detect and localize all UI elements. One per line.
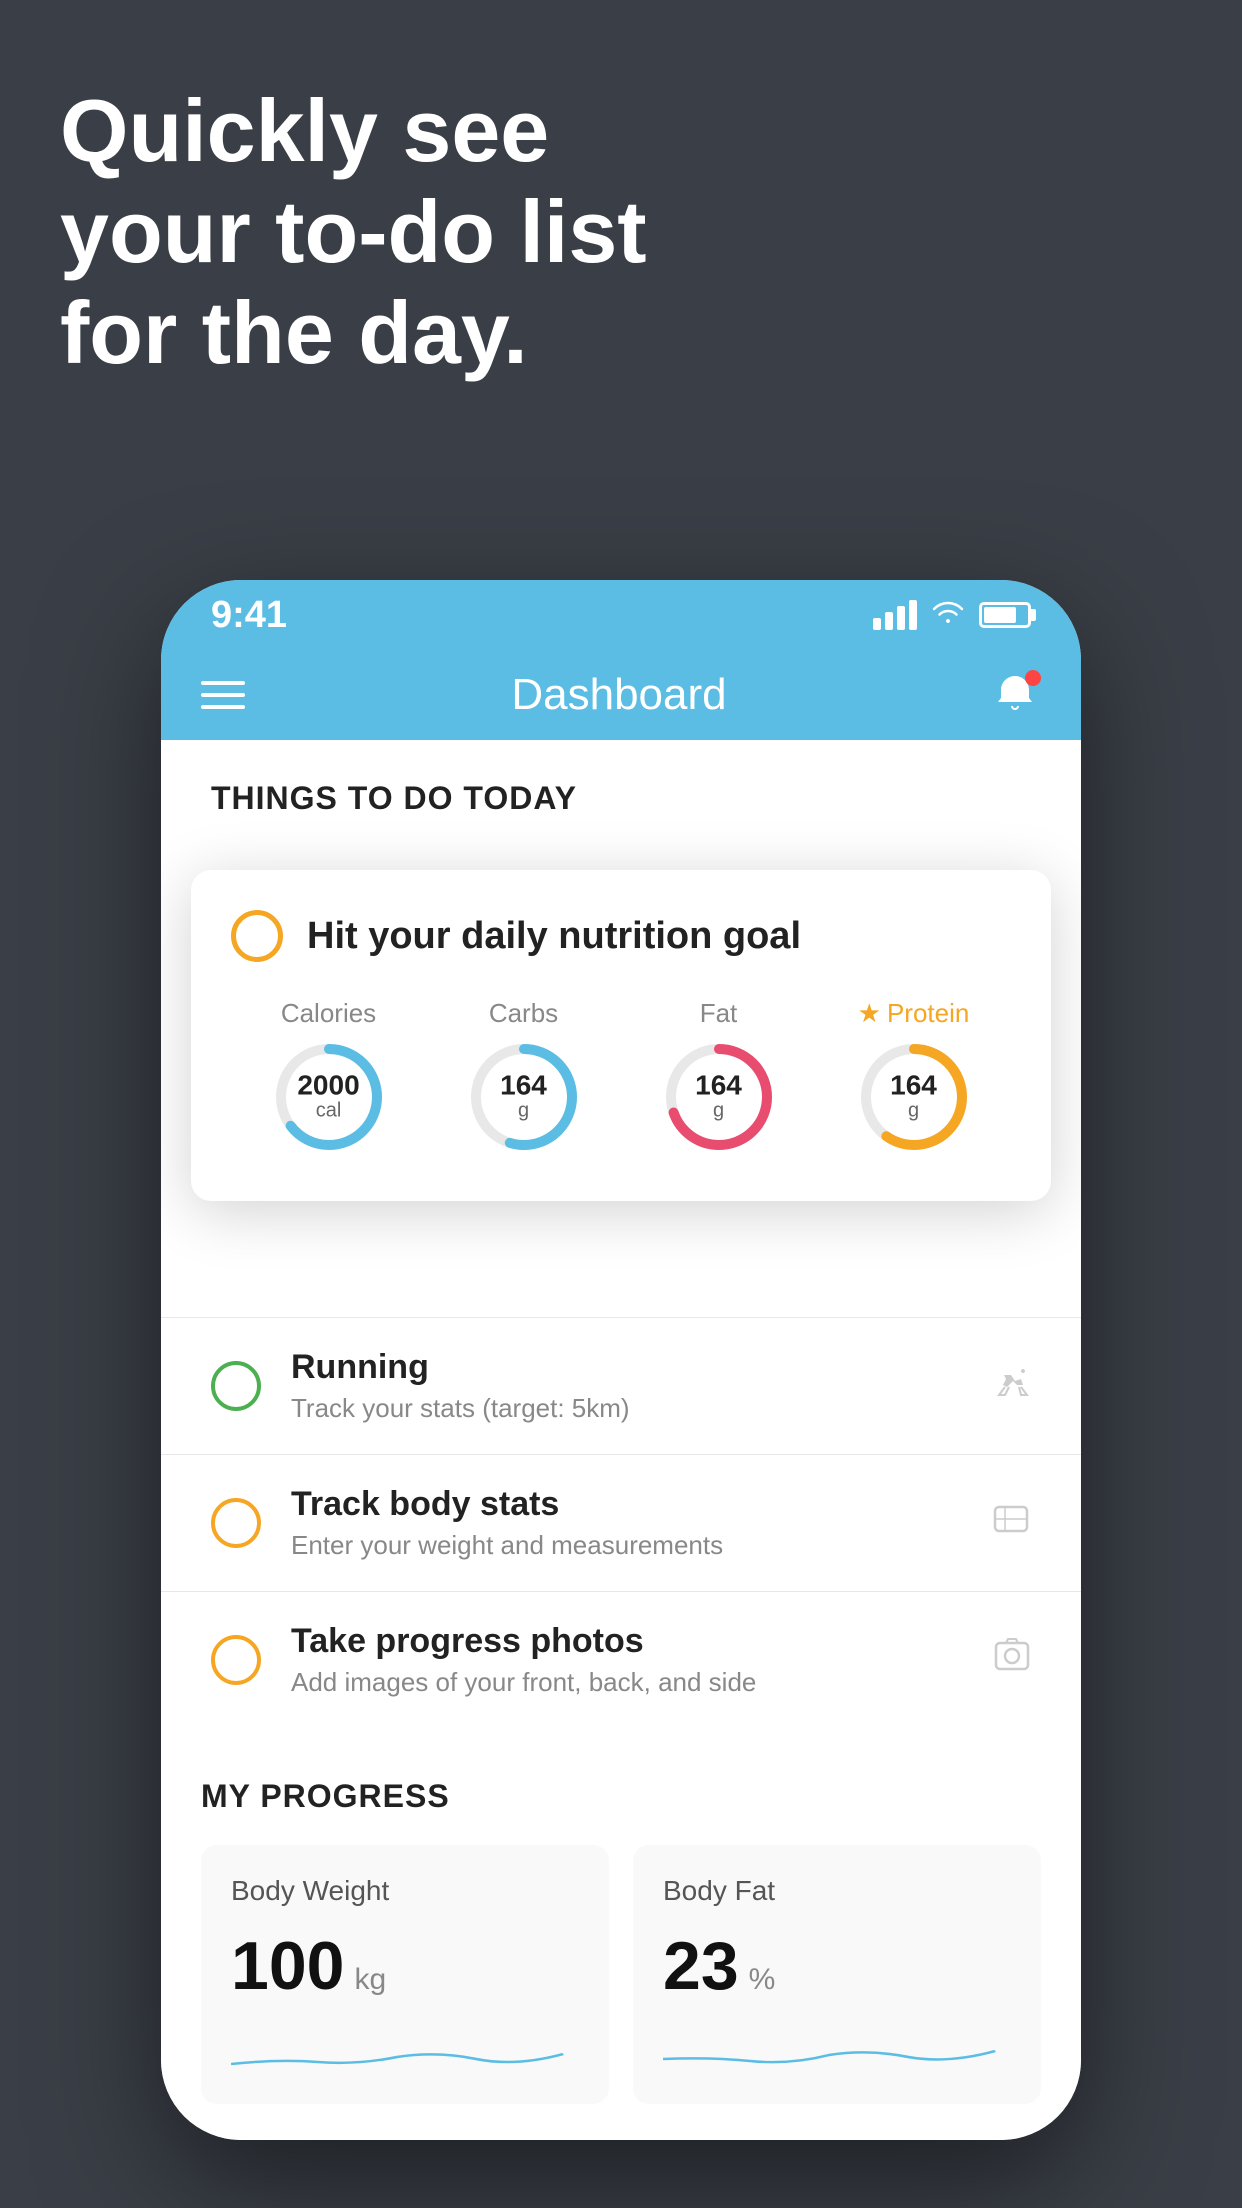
progress-section: MY PROGRESS Body Weight 100 kg Body Fat — [161, 1728, 1081, 2104]
status-bar: 9:41 — [161, 580, 1081, 650]
running-icon — [991, 1365, 1031, 1408]
app-content: THINGS TO DO TODAY Hit your daily nutrit… — [161, 740, 1081, 2140]
nutrition-card-title: Hit your daily nutrition goal — [307, 915, 801, 958]
fat-unit: g — [695, 1100, 742, 1123]
body-fat-value: 23 — [663, 1927, 739, 2005]
body-weight-card: Body Weight 100 kg — [201, 1845, 609, 2104]
protein-item: ★ Protein 164 g — [854, 998, 974, 1157]
todo-item-photos[interactable]: Take progress photos Add images of your … — [161, 1591, 1081, 1728]
nutrition-row: Calories 2000 cal Carbs — [231, 998, 1011, 1157]
card-title-row: Hit your daily nutrition goal — [231, 910, 1011, 962]
carbs-item: Carbs 164 g — [464, 998, 584, 1157]
star-icon: ★ — [858, 998, 881, 1029]
body-fat-value-row: 23 % — [663, 1927, 1011, 2005]
todo-subtitle-running: Track your stats (target: 5km) — [291, 1393, 961, 1424]
protein-value: 164 — [890, 1072, 937, 1100]
protein-label: ★ Protein — [858, 998, 970, 1029]
todo-circle-running — [211, 1361, 261, 1411]
body-weight-value-row: 100 kg — [231, 1927, 579, 2005]
body-fat-card: Body Fat 23 % — [633, 1845, 1041, 2104]
calories-label: Calories — [281, 998, 376, 1029]
things-to-do-header: THINGS TO DO TODAY — [161, 740, 1081, 837]
phone-shell: 9:41 Dashboard — [161, 580, 1081, 2140]
todo-circle-photos — [211, 1635, 261, 1685]
todo-text-photos: Take progress photos Add images of your … — [291, 1622, 963, 1698]
todo-circle-body-stats — [211, 1498, 261, 1548]
todo-item-running[interactable]: Running Track your stats (target: 5km) — [161, 1317, 1081, 1454]
status-icons — [873, 597, 1031, 633]
todo-item-body-stats[interactable]: Track body stats Enter your weight and m… — [161, 1454, 1081, 1591]
protein-donut: 164 g — [854, 1037, 974, 1157]
notification-dot — [1025, 670, 1041, 686]
body-weight-value: 100 — [231, 1927, 344, 2005]
nav-bar: Dashboard — [161, 650, 1081, 740]
featured-nutrition-card: Hit your daily nutrition goal Calories 2… — [191, 870, 1051, 1201]
body-fat-unit: % — [749, 1963, 776, 1997]
carbs-unit: g — [500, 1100, 547, 1123]
body-weight-title: Body Weight — [231, 1875, 579, 1907]
calories-donut: 2000 cal — [269, 1037, 389, 1157]
fat-label: Fat — [700, 998, 738, 1029]
battery-icon — [979, 602, 1031, 628]
fat-item: Fat 164 g — [659, 998, 779, 1157]
todo-text-body-stats: Track body stats Enter your weight and m… — [291, 1485, 961, 1561]
notification-bell-icon[interactable] — [993, 670, 1041, 720]
fat-value: 164 — [695, 1072, 742, 1100]
carbs-value: 164 — [500, 1072, 547, 1100]
todo-text-running: Running Track your stats (target: 5km) — [291, 1348, 961, 1424]
todo-title-running: Running — [291, 1348, 961, 1387]
status-time: 9:41 — [211, 594, 287, 637]
todo-title-photos: Take progress photos — [291, 1622, 963, 1661]
calories-unit: cal — [297, 1100, 359, 1123]
fat-donut: 164 g — [659, 1037, 779, 1157]
task-circle-yellow — [231, 910, 283, 962]
calories-value: 2000 — [297, 1072, 359, 1100]
wifi-icon — [931, 597, 965, 633]
todo-subtitle-photos: Add images of your front, back, and side — [291, 1667, 963, 1698]
body-fat-sparkline — [663, 2029, 1011, 2079]
protein-unit: g — [890, 1100, 937, 1123]
hamburger-menu[interactable] — [201, 681, 245, 709]
headline: Quickly see your to-do list for the day. — [60, 80, 647, 384]
todo-list: Running Track your stats (target: 5km) T… — [161, 1317, 1081, 1728]
calories-item: Calories 2000 cal — [269, 998, 389, 1157]
body-fat-title: Body Fat — [663, 1875, 1011, 1907]
body-weight-unit: kg — [354, 1963, 386, 1997]
progress-header: MY PROGRESS — [201, 1778, 1041, 1815]
signal-icon — [873, 600, 917, 630]
body-weight-sparkline — [231, 2029, 579, 2079]
todo-subtitle-body-stats: Enter your weight and measurements — [291, 1530, 961, 1561]
progress-cards: Body Weight 100 kg Body Fat 23 % — [201, 1845, 1041, 2104]
scale-icon — [991, 1501, 1031, 1546]
nav-title: Dashboard — [511, 670, 726, 720]
carbs-donut: 164 g — [464, 1037, 584, 1157]
carbs-label: Carbs — [489, 998, 558, 1029]
photo-icon — [993, 1637, 1031, 1684]
todo-title-body-stats: Track body stats — [291, 1485, 961, 1524]
